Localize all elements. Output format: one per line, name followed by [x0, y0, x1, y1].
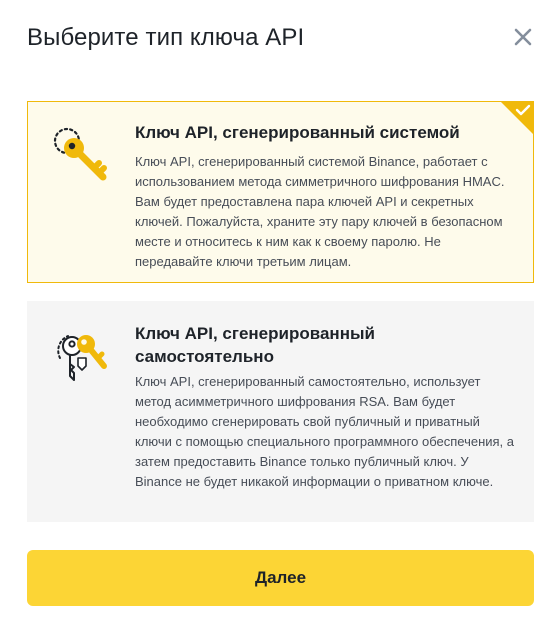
option-self-generated[interactable]: Ключ API, сгенерированный самостоятельно… — [27, 301, 534, 522]
system-key-icon — [53, 127, 107, 181]
self-generated-keys-icon — [57, 335, 107, 381]
close-icon — [514, 28, 532, 46]
dialog-title: Выберите тип ключа API — [27, 24, 305, 51]
option-description: Ключ API, сгенерированный самостоятельно… — [135, 374, 514, 489]
option-title: Ключ API, сгенерированный самостоятельно — [135, 324, 375, 366]
next-button[interactable]: Далее — [27, 550, 534, 606]
close-button[interactable] — [510, 24, 536, 50]
option-title: Ключ API, сгенерированный системой — [135, 123, 460, 142]
option-system-generated[interactable]: Ключ API, сгенерированный системой Ключ … — [27, 101, 534, 283]
api-key-type-dialog: Выберите тип ключа API Ключ API, сгенери… — [0, 0, 560, 623]
option-description: Ключ API, сгенерированный системой Binan… — [135, 154, 505, 269]
